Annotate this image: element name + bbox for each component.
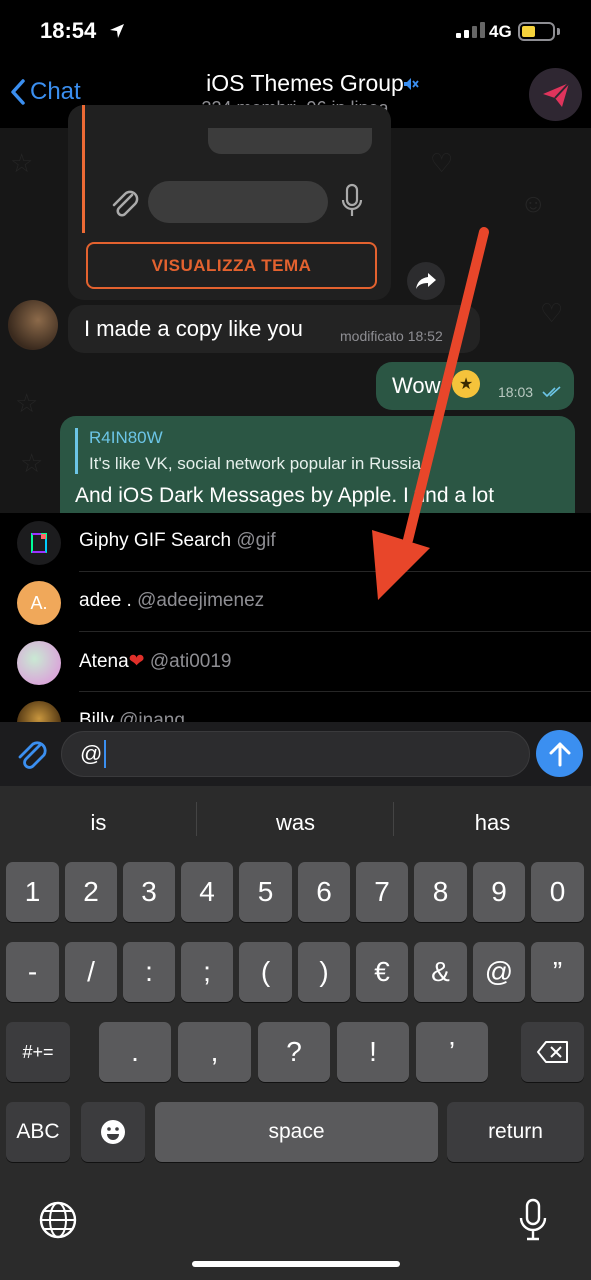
- key-euro[interactable]: €: [356, 942, 408, 1002]
- key-open-paren[interactable]: (: [239, 942, 292, 1002]
- key-6[interactable]: 6: [298, 862, 350, 922]
- key-dash[interactable]: -: [6, 942, 59, 1002]
- key-more-symbols[interactable]: #+=: [6, 1022, 70, 1082]
- key-7[interactable]: 7: [356, 862, 408, 922]
- paperclip-icon[interactable]: [14, 735, 48, 773]
- key-3[interactable]: 3: [123, 862, 175, 922]
- key-quote[interactable]: ”: [531, 942, 584, 1002]
- emoji-key[interactable]: [81, 1102, 145, 1162]
- key-slash[interactable]: /: [65, 942, 117, 1002]
- key-5[interactable]: 5: [239, 862, 292, 922]
- suggestion-2[interactable]: was: [197, 800, 394, 846]
- suggestion-3[interactable]: has: [394, 800, 591, 846]
- key-1[interactable]: 1: [6, 862, 59, 922]
- microphone-icon[interactable]: [518, 1198, 548, 1242]
- mention-name: Billy: [79, 710, 114, 722]
- suggestion-1[interactable]: is: [0, 800, 197, 846]
- key-2[interactable]: 2: [65, 862, 117, 922]
- mention-handle: @inang: [119, 710, 185, 722]
- home-indicator[interactable]: [192, 1261, 400, 1267]
- space-key[interactable]: space: [155, 1102, 438, 1162]
- text-caret: [104, 740, 107, 768]
- key-exclamation[interactable]: !: [337, 1022, 409, 1082]
- annotation-arrow: [372, 227, 489, 600]
- key-close-paren[interactable]: ): [298, 942, 350, 1002]
- avatar: [17, 701, 61, 722]
- key-0[interactable]: 0: [531, 862, 584, 922]
- key-9[interactable]: 9: [473, 862, 525, 922]
- send-button[interactable]: [536, 730, 583, 777]
- return-key[interactable]: return: [447, 1102, 584, 1162]
- key-comma[interactable]: ,: [178, 1022, 251, 1082]
- key-semicolon[interactable]: ;: [181, 942, 233, 1002]
- arrow-up-icon: [549, 742, 570, 766]
- key-question[interactable]: ?: [258, 1022, 330, 1082]
- key-4[interactable]: 4: [181, 862, 233, 922]
- key-colon[interactable]: :: [123, 942, 175, 1002]
- key-at[interactable]: @: [473, 942, 525, 1002]
- backspace-icon: [536, 1041, 568, 1063]
- message-input-value: @: [80, 741, 103, 766]
- key-8[interactable]: 8: [414, 862, 467, 922]
- globe-icon[interactable]: [38, 1200, 78, 1240]
- key-abc[interactable]: ABC: [6, 1102, 70, 1162]
- key-period[interactable]: .: [99, 1022, 171, 1082]
- backspace-key[interactable]: [521, 1022, 584, 1082]
- emoji-icon: [101, 1120, 125, 1144]
- message-input[interactable]: @: [61, 731, 530, 777]
- key-apostrophe[interactable]: ’: [416, 1022, 488, 1082]
- key-ampersand[interactable]: &: [414, 942, 467, 1002]
